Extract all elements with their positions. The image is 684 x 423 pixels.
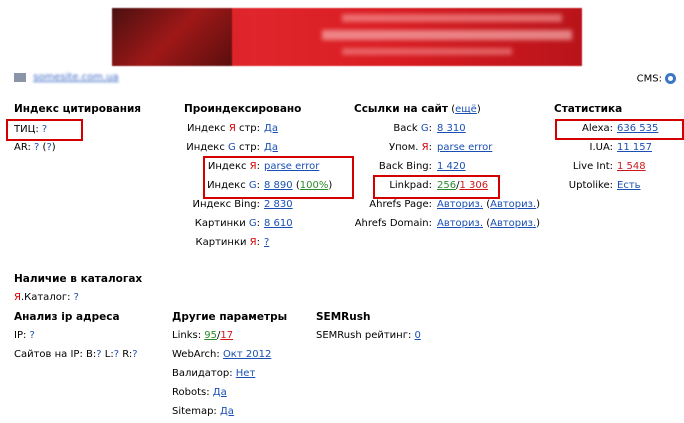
sitemap-label: Sitemap: — [172, 406, 217, 417]
ya-catalog-link[interactable]: ? — [74, 292, 79, 303]
semrush-label: SEMRush рейтинг: — [316, 330, 412, 341]
ip-row: IP: ? — [14, 330, 35, 341]
uptolike-link[interactable]: Есть — [617, 180, 641, 191]
site-line: somesite.com.ua — [14, 72, 119, 83]
webarch-row: WebArch: Окт 2012 — [172, 349, 271, 360]
highlight-box-index — [203, 156, 354, 199]
highlight-box-alexa — [555, 119, 684, 140]
indexed-ya-pages-link[interactable]: Да — [264, 123, 278, 134]
links-heading: Ссылки на сайт — [354, 103, 449, 115]
ip-heading: Анализ ip адреса — [14, 311, 120, 323]
cms-indicator: CMS: — [637, 73, 676, 85]
ya-glyph: Я — [14, 292, 21, 303]
sitemap-link[interactable]: Да — [220, 406, 234, 417]
banner-text-line — [322, 30, 572, 40]
links-more-link[interactable]: ещё — [455, 104, 477, 115]
citation-heading: Индекс цитирования — [14, 103, 142, 115]
cms-label: CMS: — [636, 73, 662, 85]
b-link[interactable]: ? — [96, 349, 101, 360]
ahrefs-page-auth-link[interactable]: Авториз. — [437, 199, 483, 210]
indexed-g-pages-link[interactable]: Да — [264, 142, 278, 153]
b-label: B: — [86, 349, 97, 360]
r-link[interactable]: ? — [132, 349, 137, 360]
links-row-label: Ahrefs Page: — [369, 199, 432, 210]
indexed-row-label: Индекс G стр: — [186, 142, 260, 153]
ar-row: AR: ? (?) — [14, 142, 56, 153]
liveint-label: Live Int: — [572, 161, 613, 172]
indexed-row-label: Индекс Я стр: — [187, 123, 260, 134]
drupal-icon — [665, 73, 676, 84]
paren: ) — [51, 142, 56, 153]
indexed-row-label: Картинки G: — [194, 218, 260, 229]
semrush-link[interactable]: 0 — [415, 330, 421, 341]
l-label: L: — [104, 349, 114, 360]
links-out-link[interactable]: 17 — [220, 330, 233, 341]
sites-on-ip-row: Сайтов на IP: B:? L:? R:? — [14, 349, 138, 360]
validator-label: Валидатор: — [172, 368, 233, 379]
iua-label: I.UA: — [589, 142, 613, 153]
validator-link[interactable]: Нет — [236, 368, 256, 379]
links-row-label: Упом. Я: — [389, 142, 432, 153]
links-count-row: Links: 95/17 — [172, 330, 234, 341]
links-in-link[interactable]: 95 — [204, 330, 217, 341]
back-bing-link[interactable]: 1 420 — [437, 161, 466, 172]
links-heading-row: Ссылки на сайт (ещё) — [354, 103, 481, 115]
iua-link[interactable]: 11 157 — [617, 142, 652, 153]
ahrefs-domain-auth-link[interactable]: Авториз. — [437, 218, 483, 229]
ad-banner[interactable] — [112, 8, 582, 66]
liveint-link[interactable]: 1 548 — [617, 161, 646, 172]
robots-label: Robots: — [172, 387, 210, 398]
banner-text-line — [342, 48, 512, 55]
ya-catalog-label: .Каталог: — [20, 292, 71, 303]
validator-row: Валидатор: Нет — [172, 368, 255, 379]
l-link[interactable]: ? — [114, 349, 119, 360]
ya-catalog-row: Я.Каталог: ? — [14, 292, 79, 303]
links-row-label: Ahrefs Domain: — [354, 218, 432, 229]
indexed-row-label: Картинки Я: — [195, 237, 260, 248]
webarch-label: WebArch: — [172, 349, 220, 360]
uptolike-label: Uptolike: — [568, 180, 613, 191]
ahrefs-page-values: Авториз. (Авториз.) — [437, 199, 541, 210]
sitemap-row: Sitemap: Да — [172, 406, 234, 417]
ahrefs-page-auth2-link[interactable]: Авториз. — [490, 199, 536, 210]
links-row-label: Back G: — [393, 123, 432, 134]
favicon-icon — [14, 72, 26, 82]
indexed-bing-link[interactable]: 2 830 — [264, 199, 293, 210]
banner-image — [112, 8, 232, 66]
back-g-link[interactable]: 8 310 — [437, 123, 466, 134]
robots-row: Robots: Да — [172, 387, 227, 398]
semrush-row: SEMRush рейтинг: 0 — [316, 330, 421, 341]
images-ya-link[interactable]: ? — [264, 237, 269, 248]
other-heading: Другие параметры — [172, 311, 288, 323]
ar-value-link[interactable]: ? — [34, 142, 39, 153]
ahrefs-domain-values: Авториз. (Авториз.) — [437, 218, 541, 229]
banner-text-line — [342, 14, 562, 22]
sites-on-ip-label: Сайтов на IP: — [14, 349, 83, 360]
robots-link[interactable]: Да — [213, 387, 227, 398]
indexed-row-label: Индекс Bing: — [192, 199, 261, 210]
highlight-box-tic — [6, 119, 83, 141]
images-g-link[interactable]: 8 610 — [264, 218, 293, 229]
semrush-heading: SEMRush — [316, 311, 371, 323]
site-domain-link[interactable]: somesite.com.ua — [33, 72, 118, 83]
webarch-link[interactable]: Окт 2012 — [223, 349, 271, 360]
stats-heading: Статистика — [554, 103, 623, 115]
r-label: R: — [122, 349, 133, 360]
ip-link[interactable]: ? — [30, 330, 35, 341]
indexed-heading: Проиндексировано — [184, 103, 302, 115]
highlight-box-linkpad — [373, 175, 500, 199]
mentions-ya-link[interactable]: parse error — [437, 142, 492, 153]
ahrefs-domain-auth2-link[interactable]: Авториз. — [490, 218, 536, 229]
catalogs-heading: Наличие в каталогах — [14, 273, 143, 285]
ar-label: AR: — [14, 142, 31, 153]
links-count-label: Links: — [172, 330, 202, 341]
ip-label: IP: — [14, 330, 27, 341]
